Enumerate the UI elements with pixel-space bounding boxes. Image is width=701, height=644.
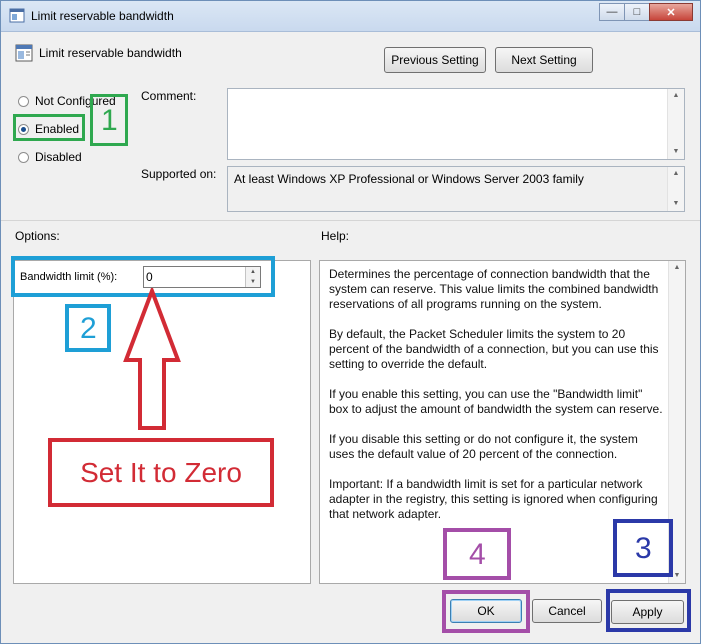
divider — [1, 220, 700, 221]
radio-disabled[interactable]: Disabled — [18, 150, 82, 164]
scroll-down-icon[interactable]: ▼ — [668, 145, 684, 159]
comment-scrollbar[interactable]: ▲ ▼ — [667, 89, 684, 159]
supported-scrollbar[interactable]: ▲ ▼ — [667, 167, 684, 211]
cancel-button[interactable]: Cancel — [532, 599, 602, 623]
annotation-box-enabled — [13, 114, 85, 141]
annotation-instruction: Set It to Zero — [48, 438, 274, 507]
window-title: Limit reservable bandwidth — [31, 9, 174, 23]
help-paragraph: Important: If a bandwidth limit is set f… — [329, 477, 658, 521]
radio-disabled-dot[interactable] — [18, 151, 29, 163]
close-button[interactable]: ✕ — [649, 3, 693, 21]
annotation-box-ok — [442, 590, 530, 633]
dialog-window: Limit reservable bandwidth — □ ✕ Limit r… — [0, 0, 701, 644]
radio-disabled-label: Disabled — [35, 150, 82, 164]
window-controls: — □ ✕ — [599, 3, 693, 22]
radio-not-configured-dot[interactable] — [18, 95, 29, 107]
annotation-box-step4: 4 — [443, 528, 511, 580]
scroll-up-icon[interactable]: ▲ — [668, 89, 684, 103]
arrow-up-icon — [123, 288, 181, 430]
annotation-step1-number: 1 — [101, 104, 118, 137]
annotation-box-step1: 1 — [90, 94, 128, 146]
scroll-down-icon[interactable]: ▼ — [668, 197, 684, 211]
supported-on-label: Supported on: — [141, 167, 217, 181]
help-text: Determines the percentage of connection … — [329, 267, 665, 537]
annotation-box-apply — [606, 589, 691, 632]
supported-on-value: At least Windows XP Professional or Wind… — [234, 172, 584, 186]
help-paragraph: If you disable this setting or do not co… — [329, 432, 638, 461]
comment-label: Comment: — [141, 89, 197, 103]
setting-icon — [15, 44, 33, 62]
previous-setting-button[interactable]: Previous Setting — [384, 47, 486, 73]
setting-title: Limit reservable bandwidth — [39, 46, 182, 60]
minimize-button[interactable]: — — [599, 3, 625, 21]
title-bar: Limit reservable bandwidth — □ ✕ — [1, 1, 700, 32]
annotation-step3-number: 3 — [635, 532, 652, 565]
supported-on-box: At least Windows XP Professional or Wind… — [227, 166, 685, 212]
next-setting-button[interactable]: Next Setting — [495, 47, 593, 73]
scroll-up-icon[interactable]: ▲ — [668, 167, 684, 181]
help-paragraph: Determines the percentage of connection … — [329, 267, 659, 311]
policy-icon — [9, 8, 25, 23]
maximize-button[interactable]: □ — [624, 3, 650, 21]
annotation-box-step3: 3 — [613, 519, 673, 577]
comment-textbox[interactable]: ▲ ▼ — [227, 88, 685, 160]
annotation-step4-number: 4 — [469, 538, 486, 571]
annotation-box-step2: 2 — [65, 304, 111, 352]
help-label: Help: — [321, 229, 350, 243]
annotation-step2-number: 2 — [80, 312, 97, 345]
help-paragraph: If you enable this setting, you can use … — [329, 387, 663, 416]
scroll-up-icon[interactable]: ▲ — [669, 261, 685, 275]
options-label: Options: — [15, 229, 60, 243]
help-paragraph: By default, the Packet Scheduler limits … — [329, 327, 659, 371]
